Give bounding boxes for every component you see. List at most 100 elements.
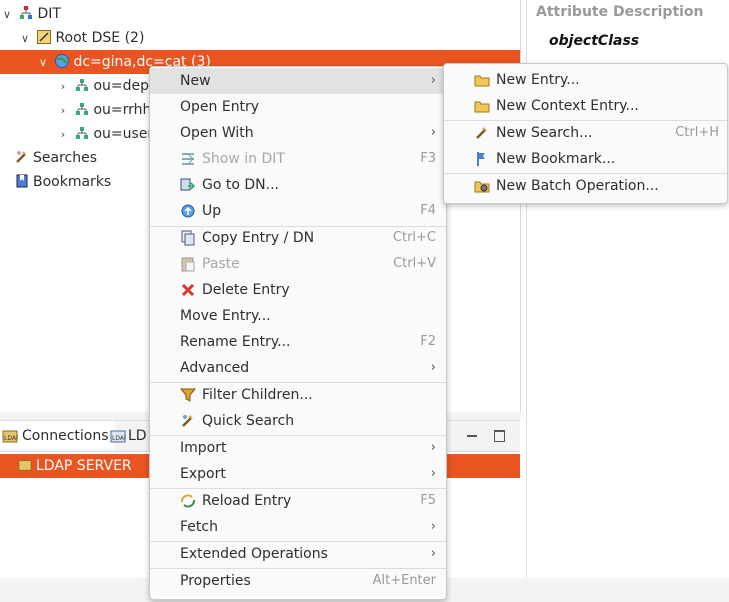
search-wand-icon (476, 127, 487, 139)
tree-item-searches[interactable]: Searches (14, 146, 97, 170)
menu-item-shortcut: F2 (420, 334, 436, 349)
filter-icon (180, 388, 196, 402)
menu-item-label: Filter Children... (202, 387, 313, 403)
searches-icon (16, 151, 26, 163)
chevron-down-icon[interactable]: ∨ (0, 3, 14, 27)
submenu-item-label: New Search... (496, 125, 593, 141)
menu-item-reload-entry[interactable]: Reload Entry F5 (150, 488, 446, 514)
menu-item-label: Up (202, 203, 222, 219)
delete-icon (181, 283, 195, 297)
up-icon (181, 204, 195, 218)
menu-item-paste[interactable]: Paste Ctrl+V (150, 251, 446, 277)
chevron-right-icon[interactable]: › (56, 99, 70, 123)
menu-item-export[interactable]: Export › (150, 461, 446, 487)
menu-item-label: Move Entry... (180, 308, 271, 324)
context-menu: New › Open Entry Open With › Show in DIT… (149, 66, 447, 600)
menu-item-shortcut: F3 (420, 151, 436, 166)
tree-label: ou=depa (93, 78, 158, 94)
menu-item-advanced[interactable]: Advanced › (150, 355, 446, 381)
submenu-item-label: New Batch Operation... (496, 178, 659, 194)
menu-item-go-to-dn[interactable]: Go to DN... (150, 172, 446, 198)
menu-item-new[interactable]: New › (150, 68, 446, 94)
menu-item-shortcut: Ctrl+C (392, 230, 436, 245)
folder-icon (474, 75, 490, 87)
menu-item-label: Properties (180, 573, 251, 589)
menu-item-move-entry[interactable]: Move Entry... (150, 303, 446, 329)
chevron-down-icon[interactable]: ∨ (36, 51, 50, 75)
menu-item-label: Extended Operations (180, 546, 328, 562)
menu-item-rename-entry[interactable]: Rename Entry... F2 (150, 329, 446, 355)
tab-ldap-browser[interactable]: LDAP LD (106, 421, 153, 451)
attribute-column-header[interactable]: Attribute Description (536, 4, 704, 20)
tree-item-bookmarks[interactable]: Bookmarks (14, 170, 111, 194)
menu-item-extended-operations[interactable]: Extended Operations › (150, 541, 446, 567)
menu-item-properties[interactable]: Properties Alt+Enter (150, 568, 446, 594)
show-in-dit-icon (182, 153, 194, 165)
menu-item-up[interactable]: Up F4 (150, 198, 446, 224)
folder-icon (474, 101, 490, 113)
submenu-item-label: New Context Entry... (496, 98, 639, 114)
svg-text:LDAP: LDAP (112, 435, 126, 442)
menu-item-label: Advanced (180, 360, 250, 376)
menu-item-filter-children[interactable]: Filter Children... (150, 382, 446, 408)
bookmarks-icon (16, 174, 28, 188)
menu-item-shortcut: F5 (420, 493, 436, 508)
quick-search-icon (182, 415, 193, 427)
submenu-item-new-context-entry[interactable]: New Context Entry... (444, 93, 727, 119)
chevron-right-icon: › (430, 360, 436, 375)
tree-item-dit[interactable]: ∨ DIT (0, 2, 61, 26)
chevron-right-icon: › (430, 73, 436, 88)
menu-item-open-with[interactable]: Open With › (150, 120, 446, 146)
new-submenu: New Entry... New Context Entry... New Se… (443, 63, 728, 204)
menu-item-delete-entry[interactable]: Delete Entry (150, 277, 446, 303)
chevron-down-icon[interactable]: ∨ (18, 27, 32, 51)
menu-item-fetch[interactable]: Fetch › (150, 514, 446, 540)
root-dse-icon (37, 30, 52, 44)
tree-item-child[interactable]: › ou=depa (56, 74, 158, 98)
entry-icon (76, 127, 89, 139)
menu-item-show-in-dit[interactable]: Show in DIT F3 (150, 146, 446, 172)
menu-item-quick-search[interactable]: Quick Search (150, 408, 446, 434)
menu-item-open-entry[interactable]: Open Entry (150, 94, 446, 120)
tab-connections[interactable]: LDAP Connections (0, 421, 115, 451)
chevron-right-icon: › (430, 546, 436, 561)
connection-label: LDAP SERVER (36, 458, 132, 474)
maximize-icon[interactable] (494, 430, 505, 442)
menu-item-copy-entry[interactable]: Copy Entry / DN Ctrl+C (150, 225, 446, 251)
submenu-item-new-bookmark[interactable]: New Bookmark... (444, 146, 727, 172)
tree-item-child[interactable]: › ou=users (56, 122, 161, 147)
svg-text:LDAP: LDAP (4, 435, 18, 442)
ldap-icon: LDAP (110, 430, 126, 443)
entry-icon (76, 79, 89, 91)
tree-item-root-dse[interactable]: ∨ Root DSE (2) (18, 26, 144, 50)
reload-icon (181, 494, 195, 508)
menu-item-label: Quick Search (202, 413, 295, 429)
menu-item-shortcut: Alt+Enter (372, 573, 436, 588)
submenu-item-new-entry[interactable]: New Entry... (444, 67, 727, 93)
chevron-right-icon: › (430, 125, 436, 140)
tree-item-child[interactable]: › ou=rrhh ( (56, 98, 162, 123)
minimize-icon[interactable] (467, 435, 477, 437)
attribute-value[interactable]: objectClass (549, 33, 639, 49)
menu-item-label: Open With (180, 125, 254, 141)
menu-item-import[interactable]: Import › (150, 435, 446, 461)
menu-item-label: Reload Entry (202, 493, 292, 509)
menu-item-label: Import (180, 440, 227, 456)
chevron-right-icon: › (430, 519, 436, 534)
copy-icon (181, 230, 195, 246)
chevron-right-icon[interactable]: › (56, 75, 70, 99)
dit-icon (20, 6, 33, 19)
menu-item-label: Export (180, 466, 226, 482)
submenu-item-new-batch-operation[interactable]: New Batch Operation... (444, 173, 727, 199)
menu-item-label: Open Entry (180, 99, 260, 115)
bookmark-icon (477, 152, 485, 166)
menu-item-shortcut: Ctrl+H (675, 125, 719, 140)
tree-label: Bookmarks (33, 174, 112, 190)
chevron-right-icon: › (430, 466, 436, 481)
globe-icon (55, 54, 70, 68)
connections-icon: LDAP (2, 430, 18, 443)
chevron-right-icon[interactable]: › (56, 123, 70, 147)
submenu-item-new-search[interactable]: New Search... Ctrl+H (444, 120, 727, 146)
tab-label: Connections (22, 428, 109, 444)
chevron-right-icon: › (430, 440, 436, 455)
